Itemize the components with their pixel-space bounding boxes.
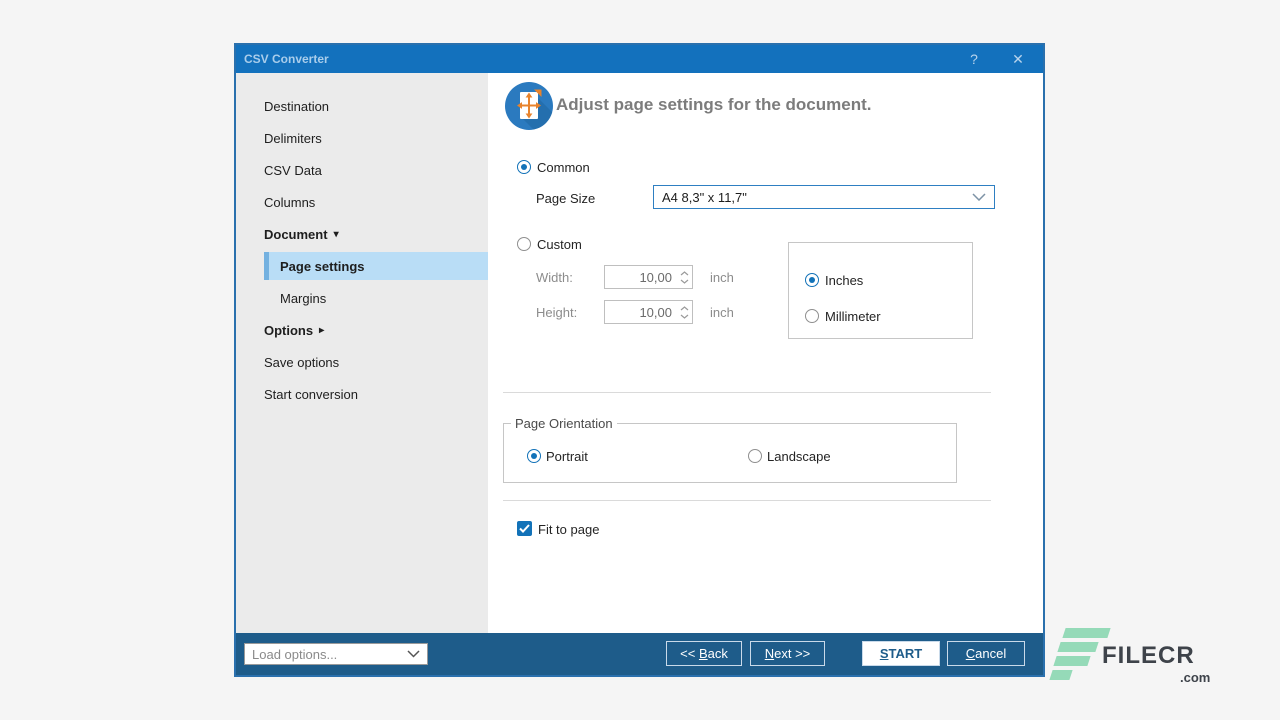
sidebar-item-csv-data[interactable]: CSV Data xyxy=(236,154,488,186)
page-settings-icon xyxy=(505,82,553,130)
footer-bar: Load options... << Back Next >> START Ca… xyxy=(236,633,1043,675)
width-spinner[interactable]: 10,00 xyxy=(604,265,693,289)
start-button[interactable]: START xyxy=(862,641,940,666)
sidebar-item-destination[interactable]: Destination xyxy=(236,90,488,122)
close-button[interactable]: ✕ xyxy=(1007,50,1029,69)
custom-radio-label[interactable]: Custom xyxy=(537,237,582,252)
portrait-radio-label[interactable]: Portrait xyxy=(546,449,588,464)
height-spinner[interactable]: 10,00 xyxy=(604,300,693,324)
page-orientation-groupbox: Page Orientation Portrait Landscape xyxy=(503,423,957,483)
units-groupbox: Inches Millimeter xyxy=(788,242,973,339)
spin-up-icon[interactable] xyxy=(680,271,689,276)
sidebar-item-save-options[interactable]: Save options xyxy=(236,346,488,378)
sidebar-item-margins[interactable]: Margins xyxy=(236,282,488,314)
millimeter-radio[interactable] xyxy=(805,309,819,323)
sidebar-item-document[interactable]: Document ▾ xyxy=(236,218,488,250)
chevron-down-icon xyxy=(407,650,420,658)
height-label: Height: xyxy=(536,305,577,320)
spin-down-icon[interactable] xyxy=(680,279,689,284)
custom-radio[interactable] xyxy=(517,237,531,251)
inches-radio[interactable] xyxy=(805,273,819,287)
title-bar: CSV Converter ? ✕ xyxy=(236,45,1043,73)
sidebar-item-options[interactable]: Options ▸ xyxy=(236,314,488,346)
millimeter-radio-label[interactable]: Millimeter xyxy=(825,309,881,324)
inches-radio-label[interactable]: Inches xyxy=(825,273,863,288)
chevron-down-icon: ▾ xyxy=(334,229,339,240)
cancel-button[interactable]: Cancel xyxy=(947,641,1025,666)
height-value[interactable]: 10,00 xyxy=(605,305,676,320)
sidebar-item-start-conversion[interactable]: Start conversion xyxy=(236,378,488,410)
page-size-label: Page Size xyxy=(536,191,595,206)
filecr-tld-text: .com xyxy=(1180,670,1210,685)
page-orientation-legend: Page Orientation xyxy=(511,416,617,431)
landscape-radio[interactable] xyxy=(748,449,762,463)
landscape-radio-label[interactable]: Landscape xyxy=(767,449,831,464)
portrait-radio[interactable] xyxy=(527,449,541,463)
divider xyxy=(503,392,991,393)
chevron-down-icon xyxy=(972,193,986,201)
width-unit-label: inch xyxy=(710,270,734,285)
sidebar-item-page-settings[interactable]: Page settings xyxy=(264,252,488,280)
load-options-dropdown[interactable]: Load options... xyxy=(244,643,428,665)
page-settings-panel: Adjust page settings for the document. C… xyxy=(488,73,1043,633)
height-unit-label: inch xyxy=(710,305,734,320)
width-label: Width: xyxy=(536,270,573,285)
check-icon xyxy=(519,524,530,533)
spin-down-icon[interactable] xyxy=(680,314,689,319)
sidebar-item-columns[interactable]: Columns xyxy=(236,186,488,218)
page-size-dropdown[interactable]: A4 8,3" x 11,7" xyxy=(653,185,995,209)
sidebar-item-delimiters[interactable]: Delimiters xyxy=(236,122,488,154)
filecr-watermark: FILECR .com xyxy=(1050,626,1225,686)
csv-converter-window: CSV Converter ? ✕ Destination Delimiters… xyxy=(234,43,1045,677)
common-radio-label[interactable]: Common xyxy=(537,160,590,175)
back-button[interactable]: << Back xyxy=(666,641,742,666)
filecr-logo-icon xyxy=(1062,628,1110,638)
page-size-value: A4 8,3" x 11,7" xyxy=(662,190,972,205)
fit-to-page-label[interactable]: Fit to page xyxy=(538,522,599,537)
chevron-right-icon: ▸ xyxy=(319,325,324,336)
spin-up-icon[interactable] xyxy=(680,306,689,311)
filecr-brand-text: FILECR xyxy=(1102,642,1195,670)
next-button[interactable]: Next >> xyxy=(750,641,825,666)
page-title: Adjust page settings for the document. xyxy=(556,95,871,115)
help-button[interactable]: ? xyxy=(963,50,985,69)
window-title: CSV Converter xyxy=(244,52,329,66)
divider xyxy=(503,500,991,501)
fit-to-page-checkbox[interactable] xyxy=(517,521,532,536)
sidebar: Destination Delimiters CSV Data Columns … xyxy=(236,73,488,633)
width-value[interactable]: 10,00 xyxy=(605,270,676,285)
common-radio[interactable] xyxy=(517,160,531,174)
